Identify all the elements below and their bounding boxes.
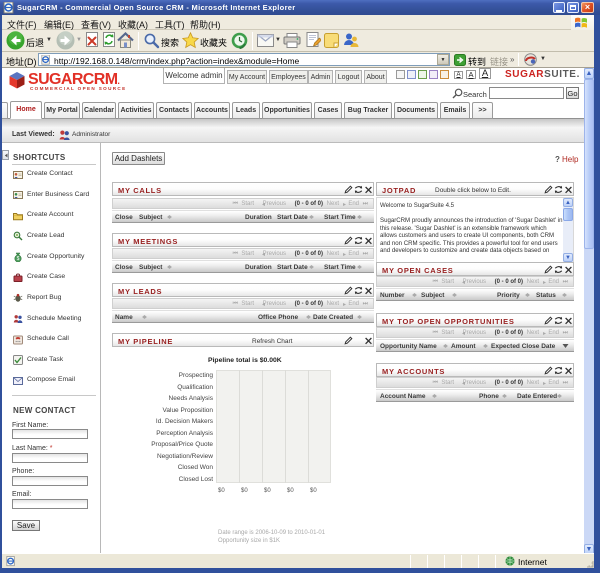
svg-text:$: $ <box>17 256 20 262</box>
